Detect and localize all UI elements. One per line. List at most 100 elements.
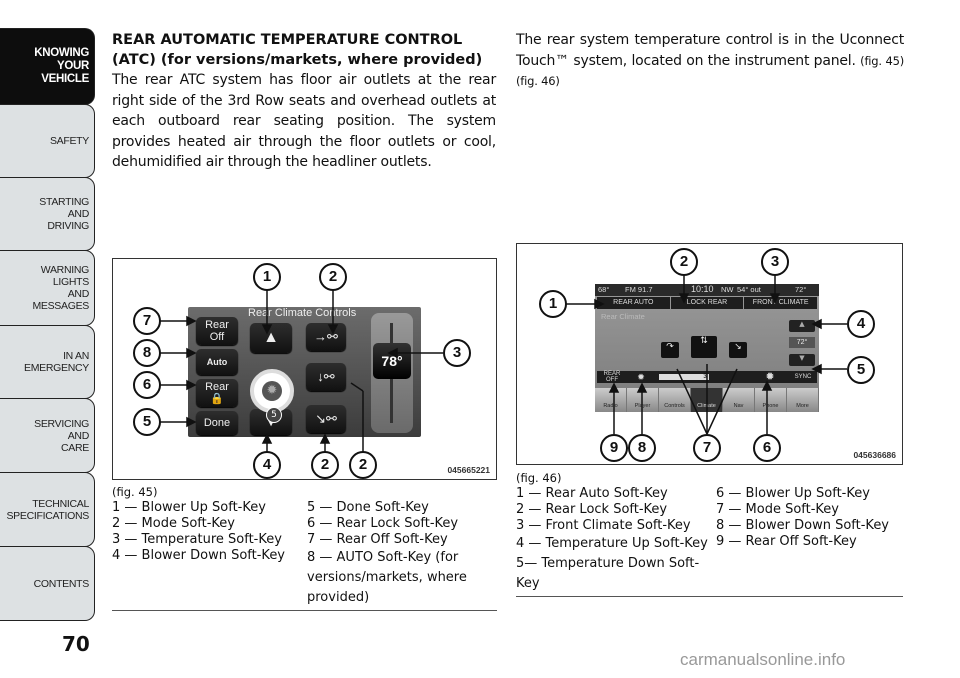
nav-player[interactable]: Player [627,388,659,412]
legend-item: 8 — Blower Down Soft-Key [716,518,890,533]
tab-label: CARE [61,441,89,454]
callout-3: 3 [443,339,471,367]
rear-auto-soft-key[interactable]: REAR AUTO [597,297,670,309]
mode-panel-soft-key[interactable]: ↷ [661,342,679,358]
legend-item: 5— Temperature Down Soft-Key [516,556,700,591]
temperature-display: 72° [789,337,815,348]
tab-label: AND [67,288,90,300]
figure-code: 045636686 [853,450,896,460]
tab-servicing-and-care[interactable]: SERVICING AND CARE [0,398,95,473]
airflow-bilevel-icon: ⇅ [700,336,708,346]
mode-soft-key-panel[interactable]: →⚯ [306,323,346,351]
callout-2: 2 [670,248,698,276]
callout-1: 1 [253,263,281,291]
mode-floor-soft-key[interactable]: ↘ [729,342,747,358]
button-label: Rear [205,319,229,331]
callout-5: 5 [133,408,161,436]
watermark: carmanualsonline.info [680,650,846,669]
figure-ref: (fig. 45) [112,485,158,499]
callout-5: 5 [847,356,875,384]
nav-radio[interactable]: Radio [595,388,627,412]
seat-airflow-floor-icon: ↘⚯ [315,411,337,426]
tab-in-an-emergency[interactable]: IN AN EMERGENCY [0,325,95,399]
tab-label: IN AN [63,350,89,362]
callout-3: 3 [761,248,789,276]
tab-label: DRIVING [47,220,89,232]
fan-large-icon: ✹ [765,371,775,383]
lock-rear-soft-key[interactable]: LOCK REAR [670,297,744,309]
tab-technical-specifications[interactable]: TECHNICAL SPECIFICATIONS [0,472,95,547]
legend-item: 2 — Mode Soft-Key [112,516,235,531]
triangle-down-icon: ▼ [799,354,805,362]
figure-45-caption: (fig. 45) 1 — Blower Up Soft-Key 2 — Mod… [112,484,497,611]
rear-lock-soft-key[interactable]: Rear 🔒 [196,379,238,407]
nav-phone[interactable]: Phone [755,388,787,412]
left-column: REAR AUTOMATIC TEMPERATURE CONTROL (ATC)… [112,30,496,173]
tab-starting-and-driving[interactable]: STARTING AND DRIVING [0,177,95,251]
callout-9: 9 [600,434,628,462]
callout-7: 7 [693,434,721,462]
blower-up-soft-key[interactable]: ▲ [250,323,292,353]
figure-code: 045665221 [447,465,490,475]
tab-label: SAFETY [49,135,89,147]
screen-title: Rear Climate Controls [248,307,357,319]
callout-4: 4 [847,310,875,338]
rear-off-soft-key[interactable]: REAR OFF [599,371,625,383]
tab-warning-lights[interactable]: WARNING LIGHTS AND MESSAGES [0,250,95,326]
tab-label: WARNING [40,264,90,276]
figure-46-caption: (fig. 46) 1 — Rear Auto Soft-Key 2 — Rea… [516,470,903,597]
callout-8: 8 [628,434,656,462]
nav-more[interactable]: More [787,388,819,412]
callout-6: 6 [133,371,161,399]
tab-label: TECHNICAL [32,497,89,510]
uconnect-climate-screen: 68° FM 91.7 10:10 NW 54° out 72° REAR AU… [595,284,819,412]
rear-off-soft-key[interactable]: Rear Off [196,317,238,345]
tab-label: SERVICING [34,417,89,430]
screen-label: Rear Climate [601,312,645,321]
blower-level: 3 [703,374,707,380]
temperature-slider[interactable]: 78° [371,313,413,433]
auto-soft-key[interactable]: Auto [196,349,238,375]
legend-item: 1 — Blower Up Soft-Key [112,500,266,515]
tab-safety[interactable]: SAFETY [0,104,95,178]
button-label: Off [209,331,225,343]
paragraph-text: The rear system temperature control is i… [516,32,904,69]
callout-6: 6 [753,434,781,462]
mode-soft-key-bilevel[interactable]: ↓⚯ [306,363,346,391]
legend-item: 1 — Rear Auto Soft-Key [516,486,668,501]
callout-2: 2 [319,263,347,291]
tab-label: VEHICLE [41,73,89,85]
page-number: 70 [62,632,90,656]
tab-contents[interactable]: CONTENTS [0,546,95,621]
done-soft-key[interactable]: Done [196,411,238,435]
tab-label: AND [67,429,90,442]
legend-item: 8 — AUTO Soft-Key (for versions/markets,… [307,550,467,605]
front-climate-soft-key[interactable]: FRONT CLIMATE [744,297,818,309]
blower-up-soft-key[interactable]: ✹ [761,371,779,383]
sync-soft-key[interactable]: SYNC [791,371,815,383]
blower-level-dial: ✹ 5 [250,369,294,423]
tab-label: KNOWING [34,47,89,59]
tab-label: AND [67,208,90,220]
callout-4: 4 [253,451,281,479]
fan-small-icon: ✹ [637,372,645,382]
body-paragraph: The rear system temperature control is i… [516,30,904,92]
temperature-soft-key[interactable]: 78° [373,343,411,379]
nav-nav[interactable]: Nav [723,388,755,412]
nav-controls[interactable]: Controls [659,388,691,412]
mode-bilevel-soft-key[interactable]: ⇅ [691,336,717,358]
mode-soft-key-floor[interactable]: ↘⚯ [306,405,346,433]
tab-knowing-your-vehicle[interactable]: KNOWING YOUR VEHICLE [0,28,95,105]
nav-climate[interactable]: Climate [691,388,723,412]
callout-2b: 2 [311,451,339,479]
radio-station: FM 91.7 [625,285,653,294]
clock: 10:10 [691,284,714,294]
temperature-up-soft-key[interactable]: ▲ [789,320,815,332]
tab-label: STARTING [39,196,89,208]
seat-airflow-panel-icon: →⚯ [314,329,338,344]
legend-item: 7 — Rear Off Soft-Key [307,532,448,547]
blower-down-soft-key[interactable]: ✹ [633,371,649,383]
callout-7: 7 [133,307,161,335]
button-label: Auto [206,357,228,367]
temperature-down-soft-key[interactable]: ▼ [789,354,815,366]
